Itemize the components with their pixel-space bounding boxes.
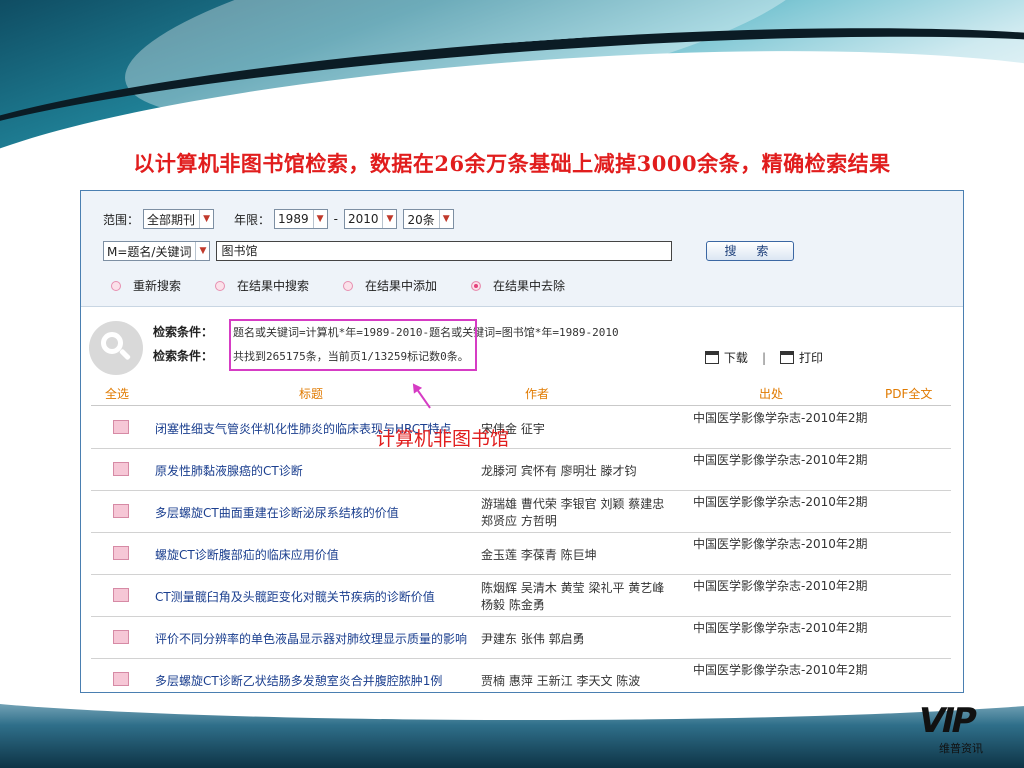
article-title-link[interactable]: 评价不同分辨率的单色液晶显示器对肺纹理显示质量的影响 (155, 621, 473, 657)
row-checkbox[interactable] (113, 462, 129, 476)
option-label: 在结果中去除 (493, 279, 566, 293)
option-search-within[interactable]: 在结果中搜索 (215, 277, 309, 294)
header-source: 出处 (759, 387, 784, 401)
header-title: 标题 (299, 387, 324, 401)
result-tools: 下载 | 打印 (704, 349, 823, 366)
article-authors: 游瑞雄 曹代荣 李银官 刘颖 蔡建忠 郑贤应 方哲明 (481, 497, 665, 528)
annotation-text: 计算机非图书馆 (376, 428, 510, 450)
vip-logo: VIP 维普资讯 (898, 701, 994, 760)
article-source: 中国医学影像学杂志-2010年2期 (693, 411, 868, 425)
chevron-down-icon: ▼ (438, 210, 453, 228)
option-add[interactable]: 在结果中添加 (343, 277, 437, 294)
table-header: 全选 标题 作者 出处 PDF全文 (81, 383, 963, 403)
range-select[interactable]: 全部期刊 ▼ (143, 209, 215, 229)
table-row: 评价不同分辨率的单色液晶显示器对肺纹理显示质量的影响 尹建东 张伟 郭启勇 中国… (91, 617, 951, 659)
row-checkbox[interactable] (113, 672, 129, 686)
header-pdf: PDF全文 (885, 387, 933, 401)
condition-label-1: 检索条件： (153, 325, 214, 339)
select-all-link[interactable]: 全选 (105, 385, 129, 402)
per-page-value: 20条 (407, 212, 435, 227)
footer-decoration (0, 650, 1024, 768)
table-row: 多层螺旋CT诊断乙状结肠多发憩室炎合并腹腔脓肿1例 贾楠 惠萍 王新江 李天文 … (91, 659, 951, 692)
table-row: 闭塞性细支气管炎伴机化性肺炎的临床表现与HRCT特点 宋伟金 征宇 中国医学影像… (91, 407, 951, 449)
option-label: 重新搜索 (133, 279, 182, 293)
article-authors: 尹建东 张伟 郭启勇 (481, 631, 585, 646)
field-select[interactable]: M=题名/关键词 ▼ (103, 241, 211, 261)
option-label: 在结果中添加 (365, 279, 438, 293)
range-label: 范围： (103, 212, 140, 227)
print-link[interactable]: 打印 (799, 349, 823, 366)
chevron-down-icon: ▼ (312, 210, 327, 228)
row-checkbox[interactable] (113, 420, 129, 434)
field-select-value: M=题名/关键词 (107, 244, 192, 259)
search-form: 范围： 全部期刊 ▼ 年限： 1989 ▼ - 2010 ▼ 20条 ▼ M=题… (81, 191, 963, 307)
radio-icon (215, 280, 226, 291)
row-checkbox[interactable] (113, 504, 129, 518)
header-decoration (0, 0, 1024, 160)
article-authors: 贾楠 惠萍 王新江 李天文 陈波 (481, 673, 641, 688)
article-source: 中国医学影像学杂志-2010年2期 (693, 453, 868, 467)
table-row: 螺旋CT诊断腹部疝的临床应用价值 金玉莲 李葆青 陈巨坤 中国医学影像学杂志-2… (91, 533, 951, 575)
search-screenshot: 范围： 全部期刊 ▼ 年限： 1989 ▼ - 2010 ▼ 20条 ▼ M=题… (80, 190, 964, 693)
chevron-down-icon: ▼ (382, 210, 397, 228)
per-page-select[interactable]: 20条 ▼ (403, 209, 454, 229)
article-source: 中国医学影像学杂志-2010年2期 (693, 579, 868, 593)
magnifier-icon (89, 321, 143, 375)
article-authors: 宋伟金 征宇 (481, 421, 545, 436)
article-title-link[interactable]: 多层螺旋CT曲面重建在诊断泌尿系结核的价值 (155, 495, 473, 531)
condition-label-2: 检索条件： (153, 349, 214, 363)
tools-divider: | (761, 350, 766, 365)
article-source: 中国医学影像学杂志-2010年2期 (693, 537, 868, 551)
article-title-link[interactable]: 原发性肺黏液腺癌的CT诊断 (155, 453, 473, 489)
radio-icon (111, 280, 121, 291)
printer-icon (779, 351, 794, 364)
slide-title: 以计算机非图书馆检索，数据在26余万条基础上减掉3000余条，精确检索结果 (133, 151, 891, 176)
header-author: 作者 (525, 387, 550, 401)
logo-text: 维普资讯 (939, 742, 983, 755)
year-from-select[interactable]: 1989 ▼ (274, 209, 328, 229)
article-authors: 金玉莲 李葆青 陈巨坤 (481, 547, 597, 562)
download-link[interactable]: 下载 (724, 349, 748, 366)
year-dash: - (333, 212, 338, 226)
table-row: CT测量髋臼角及头髋距变化对髋关节疾病的诊断价值 陈烟辉 吴清木 黄莹 梁礼平 … (91, 575, 951, 617)
search-button[interactable]: 搜 索 (706, 241, 795, 261)
save-icon (704, 351, 719, 364)
article-source: 中国医学影像学杂志-2010年2期 (693, 495, 868, 509)
row-checkbox[interactable] (113, 630, 129, 644)
year-label: 年限： (234, 212, 271, 227)
option-label: 在结果中搜索 (237, 279, 310, 293)
header-divider (91, 405, 951, 406)
option-restart[interactable]: 重新搜索 (111, 277, 181, 294)
keyword-input[interactable]: 图书馆 (216, 241, 673, 261)
highlight-box (229, 319, 477, 371)
logo-mark: VIP (914, 701, 978, 741)
radio-icon (343, 280, 354, 291)
article-source: 中国医学影像学杂志-2010年2期 (693, 621, 868, 635)
article-source: 中国医学影像学杂志-2010年2期 (693, 663, 868, 677)
year-to-select[interactable]: 2010 ▼ (343, 209, 398, 229)
table-row: 原发性肺黏液腺癌的CT诊断 龙滕河 宾怀有 廖明壮 滕才钧 中国医学影像学杂志-… (91, 449, 951, 491)
row-checkbox[interactable] (113, 546, 129, 560)
table-row: 多层螺旋CT曲面重建在诊断泌尿系结核的价值 游瑞雄 曹代荣 李银官 刘颖 蔡建忠… (91, 491, 951, 533)
article-title-link[interactable]: 多层螺旋CT诊断乙状结肠多发憩室炎合并腹腔脓肿1例 (155, 663, 473, 692)
chevron-down-icon: ▼ (195, 242, 210, 260)
option-exclude[interactable]: 在结果中去除 (471, 277, 565, 294)
year-from-value: 1989 (278, 212, 309, 226)
radio-selected-icon (471, 280, 482, 291)
chevron-down-icon: ▼ (199, 210, 214, 228)
row-checkbox[interactable] (113, 588, 129, 602)
results-table: 闭塞性细支气管炎伴机化性肺炎的临床表现与HRCT特点 宋伟金 征宇 中国医学影像… (91, 407, 951, 692)
year-to-value: 2010 (347, 212, 379, 226)
article-authors: 龙滕河 宾怀有 廖明壮 滕才钧 (481, 463, 637, 478)
article-title-link[interactable]: 螺旋CT诊断腹部疝的临床应用价值 (155, 537, 473, 573)
article-authors: 陈烟辉 吴清木 黄莹 梁礼平 黄艺峰 杨毅 陈金勇 (481, 581, 665, 612)
range-select-value: 全部期刊 (147, 212, 196, 227)
article-title-link[interactable]: CT测量髋臼角及头髋距变化对髋关节疾病的诊断价值 (155, 579, 473, 615)
